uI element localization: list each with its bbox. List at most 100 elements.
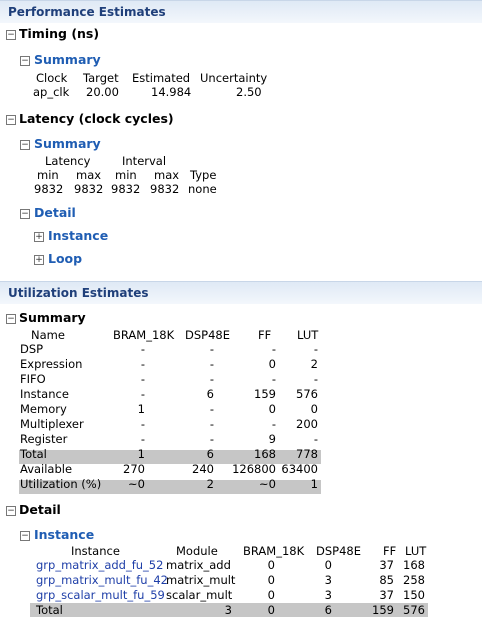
- inst-cell: 85: [379, 573, 394, 587]
- timing-col-target: Target: [83, 71, 119, 85]
- timing-col-uncertainty: Uncertainty: [200, 71, 268, 85]
- util-cell: 6: [206, 447, 214, 461]
- collapse-timing-icon[interactable]: −: [6, 30, 16, 40]
- collapse-util-detail-icon[interactable]: −: [6, 506, 16, 516]
- util-cell: ~0: [259, 477, 276, 491]
- util-row-name: Register: [20, 432, 68, 446]
- util-cell: 168: [254, 447, 276, 461]
- inst-name-link[interactable]: grp_scalar_mult_fu_59: [36, 588, 165, 602]
- collapse-util-summary-icon[interactable]: −: [6, 314, 16, 324]
- collapse-util-instance-icon[interactable]: −: [20, 531, 30, 541]
- util-col-ff: FF: [258, 328, 272, 342]
- util-cell: -: [313, 342, 318, 356]
- util-cell: -: [209, 372, 214, 386]
- collapse-latency-summary-icon[interactable]: −: [20, 140, 30, 150]
- inst-cell: 0: [267, 588, 275, 602]
- util-cell: -: [209, 402, 214, 416]
- inst-total-cell: 159: [372, 603, 394, 617]
- util-cell: 63400: [281, 462, 318, 476]
- inst-col-module: Module: [176, 544, 218, 558]
- collapse-latency-icon[interactable]: −: [6, 115, 16, 125]
- inst-cell: 150: [403, 588, 425, 602]
- inst-col-ff: FF: [383, 544, 397, 558]
- interval-cell-min: 9832: [111, 182, 141, 196]
- util-cell: -: [271, 417, 276, 431]
- inst-col-dsp: DSP48E: [316, 544, 361, 558]
- util-cell: 1: [137, 402, 145, 416]
- inst-name-link[interactable]: grp_matrix_mult_fu_42: [36, 573, 168, 587]
- util-cell: -: [209, 342, 214, 356]
- inst-cell: 0: [267, 573, 275, 587]
- util-cell: -: [271, 372, 276, 386]
- timing-cell-clock: ap_clk: [33, 85, 70, 99]
- util-cell: -: [313, 372, 318, 386]
- inst-cell: 3: [324, 588, 332, 602]
- collapse-latency-detail-icon[interactable]: −: [20, 209, 30, 219]
- inst-cell: 3: [324, 573, 332, 587]
- utilization-estimates-title: Utilization Estimates: [8, 286, 149, 300]
- inst-cell: 0: [267, 558, 275, 572]
- util-cell: -: [140, 387, 145, 401]
- latency-group-latency: Latency: [45, 154, 91, 168]
- util-cell: 778: [296, 447, 318, 461]
- latency-group-interval: Interval: [122, 154, 167, 168]
- inst-cell: 37: [379, 588, 394, 602]
- util-row-name: FIFO: [20, 372, 46, 386]
- util-cell: 576: [296, 387, 318, 401]
- expand-loop-icon[interactable]: +: [34, 255, 44, 265]
- latency-cell-min: 9832: [34, 182, 64, 196]
- inst-total-cell: 576: [403, 603, 425, 617]
- collapse-timing-summary-icon[interactable]: −: [20, 56, 30, 66]
- util-cell: 0: [310, 402, 318, 416]
- inst-name-link[interactable]: grp_matrix_add_fu_52: [36, 558, 163, 572]
- inst-cell: matrix_add: [166, 558, 231, 572]
- util-summary-title: Summary: [19, 310, 86, 325]
- latency-cell-max: 9832: [74, 182, 104, 196]
- inst-total-cell: 6: [324, 603, 332, 617]
- util-row-name: Total: [20, 447, 47, 461]
- util-cell: 1: [137, 447, 145, 461]
- interval-col-max: max: [154, 168, 180, 182]
- util-detail-title: Detail: [19, 502, 61, 517]
- util-cell: ~0: [128, 477, 145, 491]
- util-col-name: Name: [31, 328, 65, 342]
- inst-total-label: Total: [36, 603, 63, 617]
- timing-cell-target: 20.00: [86, 85, 119, 99]
- performance-estimates-title: Performance Estimates: [8, 5, 166, 19]
- util-row-name: Memory: [20, 402, 67, 416]
- util-cell: 1: [310, 477, 318, 491]
- utilization-estimates-header: Utilization Estimates: [0, 281, 482, 304]
- latency-detail-title: Detail: [34, 205, 76, 220]
- util-cell: 200: [296, 417, 318, 431]
- util-row-name: DSP: [20, 342, 44, 356]
- latency-col-min: min: [37, 168, 59, 182]
- interval-col-min: min: [115, 168, 137, 182]
- inst-cell: 258: [403, 573, 425, 587]
- util-row-name: Available: [20, 462, 73, 476]
- util-row-name: Expression: [20, 357, 83, 371]
- util-col-bram: BRAM_18K: [113, 328, 175, 342]
- util-cell: -: [140, 417, 145, 431]
- util-col-dsp: DSP48E: [185, 328, 230, 342]
- util-cell: -: [140, 342, 145, 356]
- util-cell: 0: [268, 357, 276, 371]
- latency-detail-loop[interactable]: Loop: [48, 251, 82, 266]
- util-cell: -: [209, 357, 214, 371]
- latency-detail-instance[interactable]: Instance: [48, 228, 108, 243]
- inst-cell: scalar_mult: [166, 588, 233, 602]
- util-cell: 240: [192, 462, 214, 476]
- expand-instance-icon[interactable]: +: [34, 232, 44, 242]
- inst-total-cell: 0: [267, 603, 275, 617]
- util-cell: 159: [254, 387, 276, 401]
- util-cell: -: [140, 357, 145, 371]
- util-col-lut: LUT: [297, 328, 319, 342]
- util-cell: -: [140, 432, 145, 446]
- inst-col-lut: LUT: [405, 544, 427, 558]
- util-cell: -: [313, 432, 318, 446]
- latency-cell-type: none: [188, 182, 217, 196]
- timing-col-clock: Clock: [36, 71, 68, 85]
- latency-col-max: max: [76, 168, 102, 182]
- util-cell: 0: [268, 402, 276, 416]
- timing-section-title: Timing (ns): [19, 26, 100, 41]
- latency-section-title: Latency (clock cycles): [19, 111, 174, 126]
